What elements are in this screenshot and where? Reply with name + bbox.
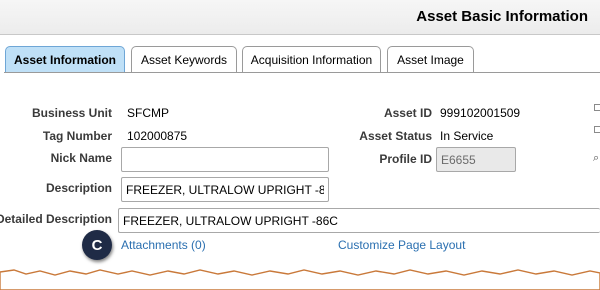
detailed-description-field[interactable] [118, 208, 600, 233]
tab-label: Asset Information [13, 52, 116, 67]
tab-label: Asset Keywords [140, 52, 228, 67]
asset-status-label: Asset Status [359, 129, 432, 143]
page-title: Asset Basic Information [416, 8, 588, 25]
tab-asset-image[interactable]: Asset Image [387, 46, 474, 72]
screenshot-frame: Asset Basic Information Asset Informatio… [0, 0, 600, 290]
detailed-description-label: Detailed Description [0, 212, 112, 226]
business-unit-value: SFCMP [127, 106, 169, 120]
business-unit-label: Business Unit [31, 106, 112, 120]
nick-name-field[interactable] [121, 147, 329, 172]
page-header: Asset Basic Information [0, 0, 600, 35]
description-field[interactable] [121, 177, 329, 202]
cropped-document-icon[interactable] [594, 104, 600, 111]
asset-status-value: In Service [440, 129, 494, 143]
cropped-document-icon[interactable] [594, 126, 600, 133]
tag-number-value: 102000875 [127, 129, 188, 143]
tab-asset-keywords[interactable]: Asset Keywords [131, 46, 237, 72]
nick-name-label: Nick Name [50, 151, 112, 165]
torn-edge [0, 269, 600, 290]
tab-acquisition-information[interactable]: Acquisition Information [242, 46, 381, 72]
tab-strip-divider [4, 72, 600, 73]
profile-id-label: Profile ID [379, 152, 432, 166]
description-label: Description [45, 181, 112, 195]
cropped-lookup-icon[interactable]: ⌕ [593, 152, 599, 165]
callout-badge: C [82, 230, 112, 260]
asset-id-value: 999102001509 [440, 106, 521, 120]
tab-label: Acquisition Information [250, 52, 373, 67]
tab-label: Asset Image [397, 52, 464, 67]
header-divider [0, 34, 600, 35]
tab-asset-information[interactable]: Asset Information [5, 46, 125, 72]
profile-id-field [436, 147, 516, 172]
attachments-link[interactable]: Attachments (0) [121, 238, 206, 252]
asset-id-label: Asset ID [383, 106, 432, 120]
tag-number-label: Tag Number [42, 129, 112, 143]
callout-letter: C [91, 236, 103, 254]
customize-page-layout-link[interactable]: Customize Page Layout [338, 238, 465, 252]
